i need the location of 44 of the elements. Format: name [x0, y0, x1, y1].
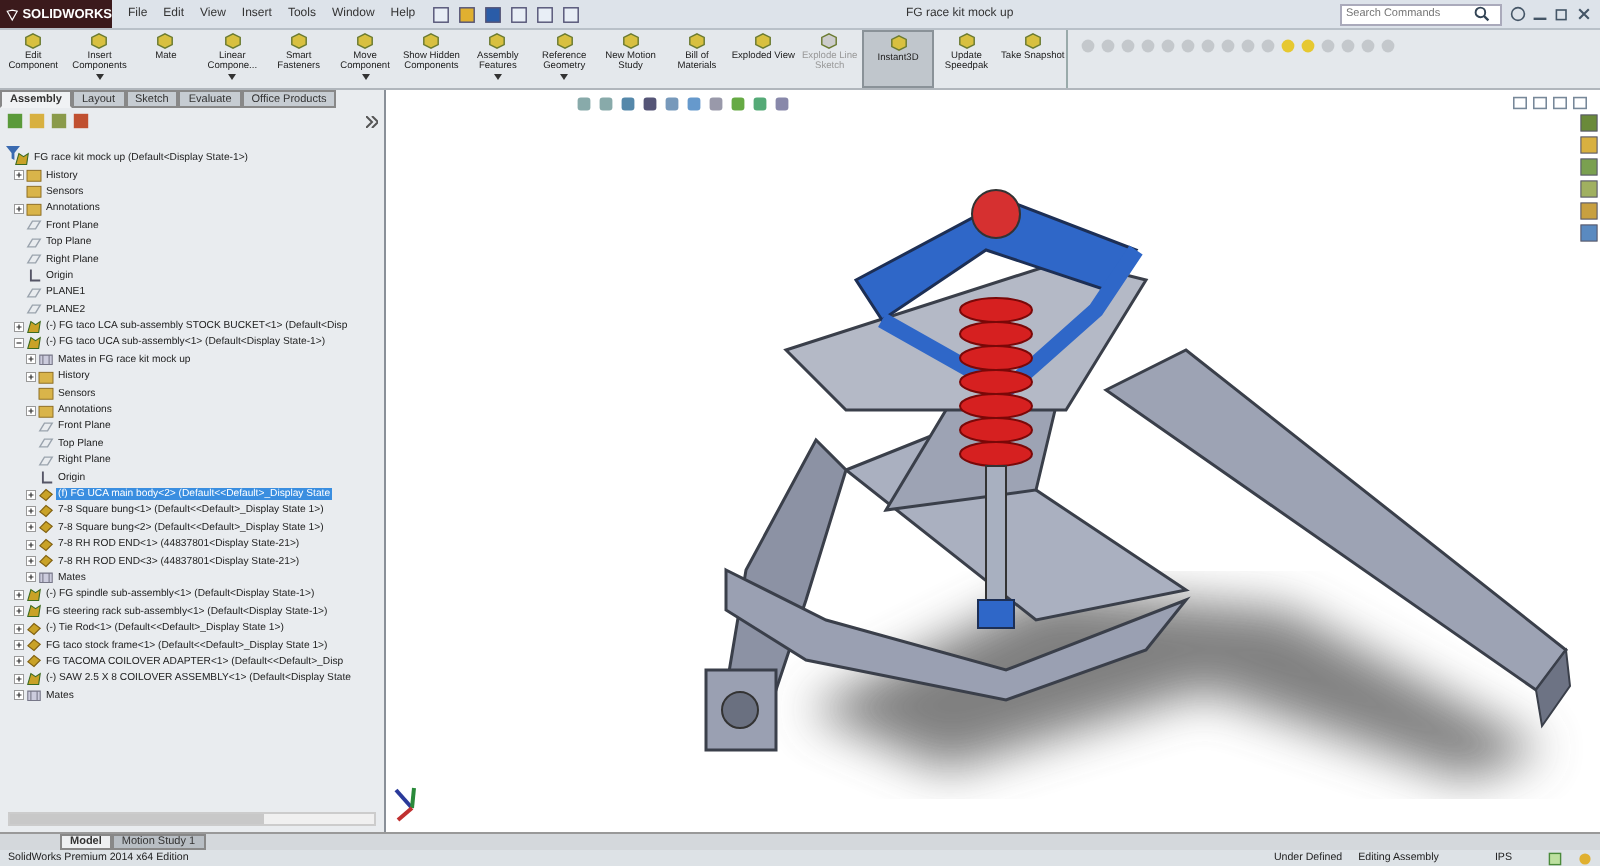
cube-icon [889, 34, 908, 52]
expand-icon[interactable] [14, 321, 24, 332]
horizontal-scrollbar[interactable] [8, 812, 376, 826]
expand-icon[interactable] [14, 640, 24, 651]
assembly-icon [26, 671, 42, 686]
mates-icon [26, 688, 42, 703]
assembly-icon [14, 151, 30, 166]
expand-icon[interactable] [26, 489, 36, 499]
origin-icon [26, 268, 42, 283]
caret-icon[interactable] [493, 74, 502, 81]
annotation-icon [38, 403, 54, 418]
expand-icon[interactable] [14, 690, 24, 701]
restore-icon[interactable] [1554, 6, 1570, 22]
search-icon [1474, 6, 1490, 22]
expand-panel-icon[interactable] [366, 115, 378, 127]
expand-icon[interactable] [14, 623, 24, 634]
mates-icon [38, 352, 54, 367]
filter-icon[interactable] [6, 146, 20, 160]
expand-icon[interactable] [26, 539, 36, 550]
expand-icon[interactable] [26, 371, 36, 382]
expand-icon[interactable] [14, 656, 24, 667]
expand-icon[interactable] [26, 556, 36, 567]
caret-icon[interactable] [228, 74, 237, 81]
expand-icon[interactable] [14, 589, 24, 600]
expand-icon[interactable] [26, 405, 36, 416]
expand-icon[interactable] [26, 572, 36, 583]
expand-icon[interactable] [14, 673, 24, 684]
expand-icon[interactable] [14, 203, 24, 214]
close-icon[interactable] [1576, 6, 1592, 22]
collapse-icon[interactable] [14, 337, 24, 348]
caret-icon[interactable] [361, 74, 370, 81]
help-icon[interactable] [1510, 6, 1526, 22]
logo-mark-icon [6, 5, 19, 23]
expand-icon[interactable] [14, 170, 24, 181]
rebuild-icon[interactable] [1548, 851, 1562, 865]
expand-icon[interactable] [26, 505, 36, 516]
mates-icon [38, 570, 54, 585]
annotation-icon [26, 201, 42, 216]
caret-icon[interactable] [560, 74, 569, 81]
expand-icon[interactable] [14, 606, 24, 617]
expand-icon[interactable] [26, 354, 36, 365]
origin-icon [38, 470, 54, 485]
caret-icon[interactable] [95, 74, 104, 81]
expand-icon[interactable] [26, 522, 36, 533]
